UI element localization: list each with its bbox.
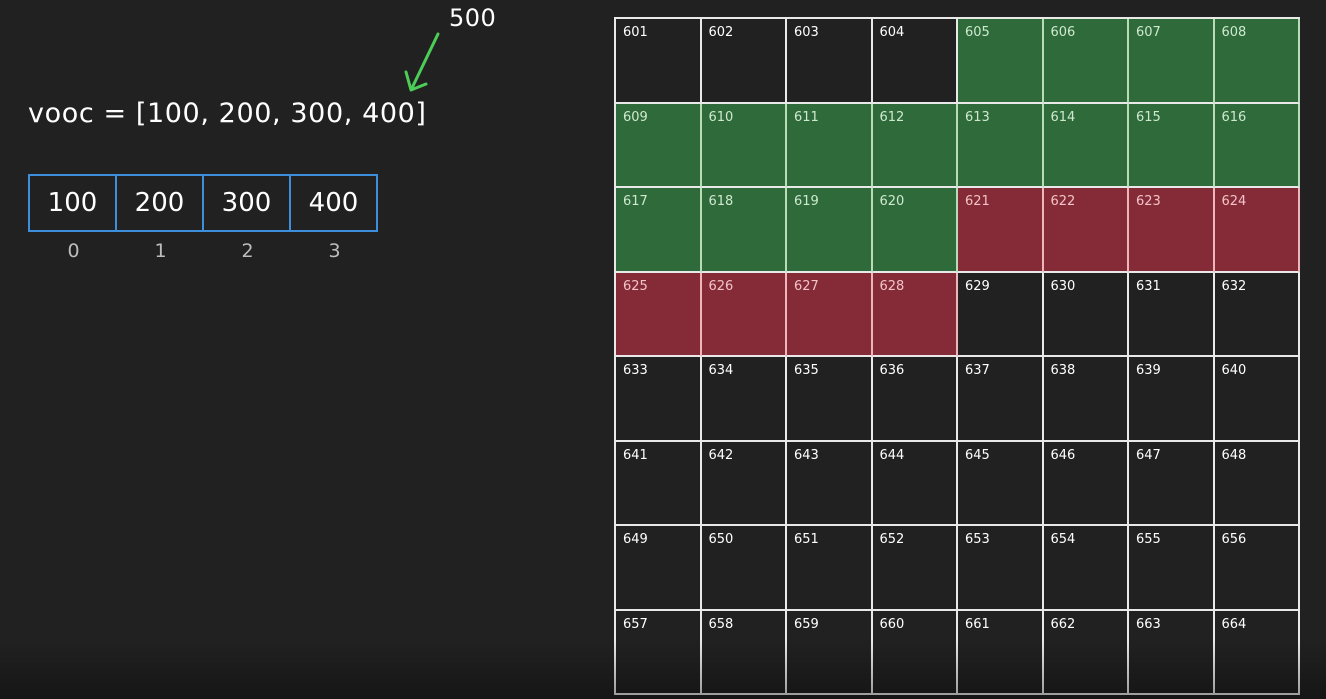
memory-cell-664: 664	[1214, 610, 1300, 695]
memory-cell-660: 660	[872, 610, 958, 695]
array-index-row: 0 1 2 3	[30, 240, 378, 262]
array-declaration: vooc = [100, 200, 300, 400]	[28, 98, 427, 129]
memory-cell-612: 612	[872, 103, 958, 188]
memory-cell-609: 609	[616, 103, 702, 188]
memory-cell-654: 654	[1043, 526, 1129, 611]
memory-cell-661: 661	[958, 610, 1044, 695]
memory-cell-610: 610	[701, 103, 787, 188]
memory-cell-633: 633	[616, 357, 702, 442]
array-index: 0	[67, 240, 80, 262]
memory-cell-602: 602	[701, 19, 787, 104]
memory-cell-614: 614	[1043, 103, 1129, 188]
memory-cell-650: 650	[701, 526, 787, 611]
array-visualization: 100 200 300 400	[28, 174, 378, 232]
memory-cell-647: 647	[1129, 441, 1215, 526]
memory-cell-648: 648	[1214, 441, 1300, 526]
memory-cell-637: 637	[958, 357, 1044, 442]
memory-cell-613: 613	[958, 103, 1044, 188]
memory-cell-642: 642	[701, 441, 787, 526]
memory-cell-658: 658	[701, 610, 787, 695]
memory-cell-607: 607	[1129, 19, 1215, 104]
memory-cell-639: 639	[1129, 357, 1215, 442]
memory-cell-632: 632	[1214, 272, 1300, 357]
array-cell: 400	[308, 188, 359, 218]
memory-cell-622: 622	[1043, 188, 1129, 273]
memory-cell-655: 655	[1129, 526, 1215, 611]
array-index: 1	[154, 240, 167, 262]
memory-cell-652: 652	[872, 526, 958, 611]
memory-cell-631: 631	[1129, 272, 1215, 357]
memory-cell-657: 657	[616, 610, 702, 695]
memory-cell-626: 626	[701, 272, 787, 357]
memory-cell-621: 621	[958, 188, 1044, 273]
memory-cell-620: 620	[872, 188, 958, 273]
memory-cell-638: 638	[1043, 357, 1129, 442]
memory-cell-653: 653	[958, 526, 1044, 611]
memory-cell-651: 651	[787, 526, 873, 611]
memory-cell-645: 645	[958, 441, 1044, 526]
memory-cell-603: 603	[787, 19, 873, 104]
array-index: 3	[328, 240, 341, 262]
memory-cell-618: 618	[701, 188, 787, 273]
new-value-label: 500	[449, 4, 497, 32]
memory-cell-605: 605	[958, 19, 1044, 104]
memory-cell-615: 615	[1129, 103, 1215, 188]
memory-cell-649: 649	[616, 526, 702, 611]
memory-cell-608: 608	[1214, 19, 1300, 104]
memory-cell-644: 644	[872, 441, 958, 526]
array-cell: 200	[117, 176, 204, 230]
array-cell: 100	[30, 176, 117, 230]
memory-cell-616: 616	[1214, 103, 1300, 188]
memory-cell-643: 643	[787, 441, 873, 526]
memory-grid: 601 602 603 604 605 606 607 608 609 610 611 612 613 6…	[614, 17, 1300, 695]
memory-cell-619: 619	[787, 188, 873, 273]
memory-cell-623: 623	[1129, 188, 1215, 273]
memory-cell-659: 659	[787, 610, 873, 695]
memory-cell-646: 646	[1043, 441, 1129, 526]
memory-cell-634: 634	[701, 357, 787, 442]
array-index: 2	[241, 240, 254, 262]
memory-cell-601: 601	[616, 19, 702, 104]
insert-arrow-icon	[404, 32, 440, 92]
memory-cell-625: 625	[616, 272, 702, 357]
array-cell: 300	[204, 176, 291, 230]
memory-cell-630: 630	[1043, 272, 1129, 357]
memory-cell-640: 640	[1214, 357, 1300, 442]
memory-cell-604: 604	[872, 19, 958, 104]
memory-cell-656: 656	[1214, 526, 1300, 611]
memory-cell-663: 663	[1129, 610, 1215, 695]
memory-cell-627: 627	[787, 272, 873, 357]
memory-cell-617: 617	[616, 188, 702, 273]
memory-cell-628: 628	[872, 272, 958, 357]
memory-cell-662: 662	[1043, 610, 1129, 695]
memory-cell-624: 624	[1214, 188, 1300, 273]
memory-cell-629: 629	[958, 272, 1044, 357]
memory-cell-611: 611	[787, 103, 873, 188]
memory-cell-635: 635	[787, 357, 873, 442]
memory-cell-641: 641	[616, 441, 702, 526]
memory-cell-606: 606	[1043, 19, 1129, 104]
memory-cell-636: 636	[872, 357, 958, 442]
